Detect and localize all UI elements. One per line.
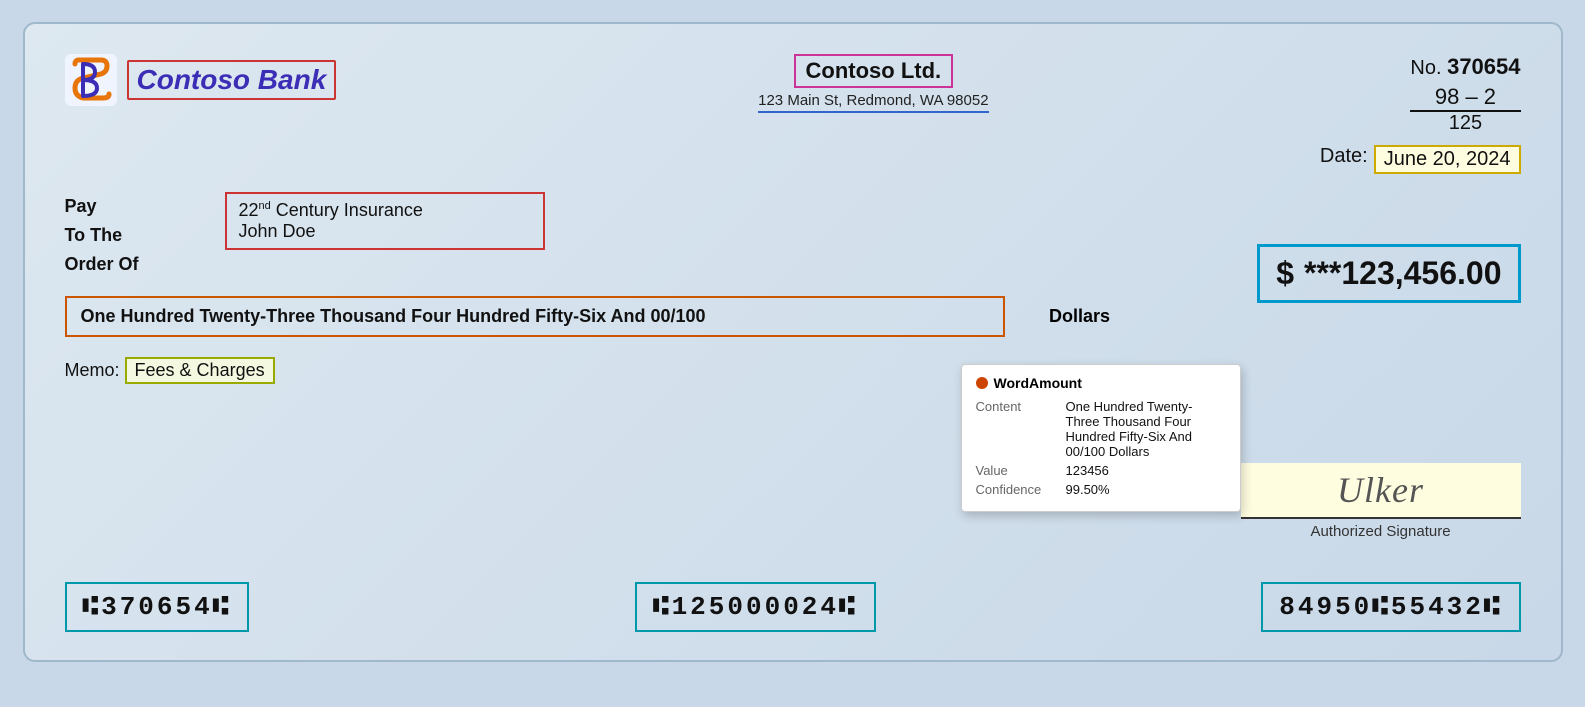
- date-value: June 20, 2024: [1374, 145, 1521, 174]
- check-number-block: No. 370654 98 – 2 125: [1410, 54, 1520, 135]
- payee-line-2: John Doe: [239, 221, 531, 242]
- tooltip-confidence-row: Confidence 99.50%: [976, 482, 1226, 497]
- word-amount-tooltip: WordAmount Content One Hundred Twenty-Th…: [961, 364, 1241, 512]
- bank-logo-block: Contoso Bank: [65, 54, 337, 106]
- tooltip-indicator: [976, 377, 988, 389]
- tooltip-content-value: One Hundred Twenty-Three Thousand Four H…: [1066, 399, 1226, 459]
- micr-right: 84950⑆55432⑆: [1261, 582, 1520, 632]
- tooltip-title: WordAmount: [976, 375, 1226, 391]
- bank-logo-icon: [65, 54, 117, 106]
- tooltip-value-label: Value: [976, 463, 1066, 478]
- tooltip-content-row: Content One Hundred Twenty-Three Thousan…: [976, 399, 1226, 459]
- memo-value: Fees & Charges: [125, 357, 275, 384]
- tooltip-value-row: Value 123456: [976, 463, 1226, 478]
- memo-row: Memo: Fees & Charges: [65, 357, 1521, 384]
- amount-value: ***123,456.00: [1304, 255, 1502, 292]
- micr-left: ⑆370654⑆: [65, 582, 250, 632]
- payee-line-1: 22nd Century Insurance: [239, 200, 531, 221]
- top-row: Contoso Bank Contoso Ltd. 123 Main St, R…: [65, 54, 1521, 135]
- payee-box: 22nd Century Insurance John Doe: [225, 192, 545, 250]
- micr-center: ⑆125000024⑆: [635, 582, 876, 632]
- signature-image: Ulker: [1241, 463, 1521, 519]
- signature-label: Authorized Signature: [1241, 523, 1521, 540]
- company-address: 123 Main St, Redmond, WA 98052: [758, 92, 988, 113]
- date-row: Date: June 20, 2024: [65, 145, 1521, 174]
- tooltip-content-label: Content: [976, 399, 1066, 459]
- pay-label: PayTo TheOrder Of: [65, 192, 225, 278]
- micr-row: ⑆370654⑆ ⑆125000024⑆ 84950⑆55432⑆: [65, 582, 1521, 632]
- amount-dollar-sign: $: [1276, 255, 1294, 292]
- company-name: Contoso Ltd.: [794, 54, 954, 88]
- tooltip-value-value: 123456: [1066, 463, 1109, 478]
- check-document: Contoso Bank Contoso Ltd. 123 Main St, R…: [23, 22, 1563, 662]
- company-block: Contoso Ltd. 123 Main St, Redmond, WA 98…: [758, 54, 988, 113]
- bank-name: Contoso Bank: [127, 60, 337, 100]
- written-amount: One Hundred Twenty-Three Thousand Four H…: [65, 296, 1005, 337]
- signature-block: Ulker Authorized Signature: [1241, 463, 1521, 540]
- routing-fraction: 98 – 2 125: [1410, 84, 1520, 135]
- amount-box: $ ***123,456.00: [1257, 244, 1520, 303]
- date-label: Date:: [1320, 145, 1368, 174]
- tooltip-confidence-value: 99.50%: [1066, 482, 1110, 497]
- dollars-label: Dollars: [1049, 306, 1110, 326]
- tooltip-confidence-label: Confidence: [976, 482, 1066, 497]
- check-number: No. 370654: [1410, 54, 1520, 80]
- memo-label: Memo:: [65, 360, 120, 380]
